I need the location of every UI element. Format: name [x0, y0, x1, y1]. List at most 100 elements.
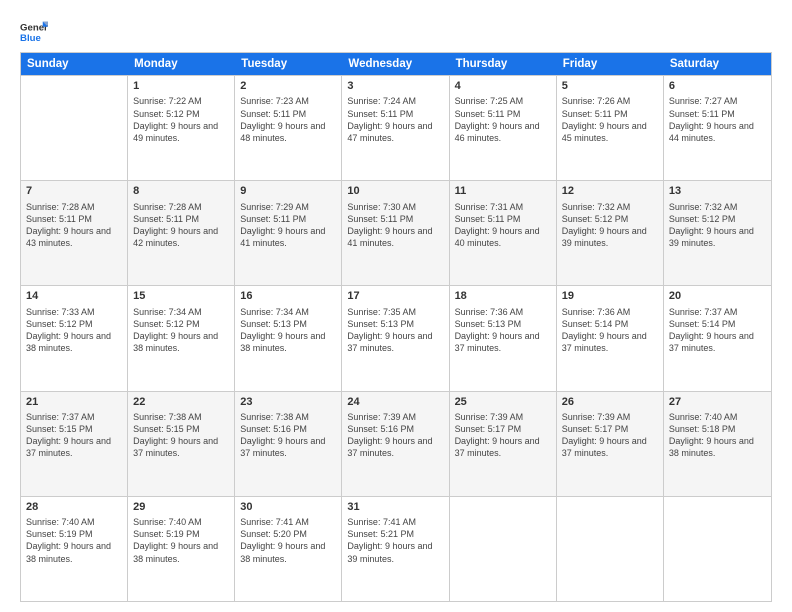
cell-info: Sunrise: 7:31 AM Sunset: 5:11 PM Dayligh…: [455, 201, 551, 250]
day-number: 25: [455, 395, 551, 410]
logo-icon: General Blue: [20, 18, 48, 46]
cell-info: Sunrise: 7:22 AM Sunset: 5:12 PM Dayligh…: [133, 95, 229, 144]
day-cell-5: 5Sunrise: 7:26 AM Sunset: 5:11 PM Daylig…: [557, 76, 664, 180]
day-number: 27: [669, 395, 766, 410]
cell-info: Sunrise: 7:38 AM Sunset: 5:16 PM Dayligh…: [240, 411, 336, 460]
day-number: 4: [455, 79, 551, 94]
day-cell-1: 1Sunrise: 7:22 AM Sunset: 5:12 PM Daylig…: [128, 76, 235, 180]
cell-info: Sunrise: 7:40 AM Sunset: 5:19 PM Dayligh…: [26, 516, 122, 565]
day-number: 23: [240, 395, 336, 410]
day-number: 30: [240, 500, 336, 515]
cell-info: Sunrise: 7:24 AM Sunset: 5:11 PM Dayligh…: [347, 95, 443, 144]
day-number: 5: [562, 79, 658, 94]
day-cell-12: 12Sunrise: 7:32 AM Sunset: 5:12 PM Dayli…: [557, 181, 664, 285]
day-number: 12: [562, 184, 658, 199]
day-cell-30: 30Sunrise: 7:41 AM Sunset: 5:20 PM Dayli…: [235, 497, 342, 601]
cell-info: Sunrise: 7:39 AM Sunset: 5:17 PM Dayligh…: [455, 411, 551, 460]
day-cell-18: 18 Sunrise: 7:36 AM Sunset: 5:13 PM Dayli…: [450, 286, 557, 390]
day-number: 17: [347, 289, 443, 304]
day-cell-11: 11Sunrise: 7:31 AM Sunset: 5:11 PM Dayli…: [450, 181, 557, 285]
svg-text:Blue: Blue: [20, 33, 41, 44]
day-cell-27: 27Sunrise: 7:40 AM Sunset: 5:18 PM Dayli…: [664, 392, 771, 496]
day-cell-10: 10Sunrise: 7:30 AM Sunset: 5:11 PM Dayli…: [342, 181, 449, 285]
day-number: 3: [347, 79, 443, 94]
header: General Blue: [20, 18, 772, 46]
day-cell-28: 28Sunrise: 7:40 AM Sunset: 5:19 PM Dayli…: [21, 497, 128, 601]
cell-info: Sunrise: 7:38 AM Sunset: 5:15 PM Dayligh…: [133, 411, 229, 460]
calendar-row-1: 1Sunrise: 7:22 AM Sunset: 5:12 PM Daylig…: [21, 75, 771, 180]
day-number: 10: [347, 184, 443, 199]
day-cell-19: 19Sunrise: 7:36 AM Sunset: 5:14 PM Dayli…: [557, 286, 664, 390]
cell-info: Sunrise: 7:35 AM Sunset: 5:13 PM Dayligh…: [347, 306, 443, 355]
cell-info: Sunrise: 7:23 AM Sunset: 5:11 PM Dayligh…: [240, 95, 336, 144]
calendar-row-3: 14Sunrise: 7:33 AM Sunset: 5:12 PM Dayli…: [21, 285, 771, 390]
day-cell-24: 24Sunrise: 7:39 AM Sunset: 5:16 PM Dayli…: [342, 392, 449, 496]
cell-info: Sunrise: 7:41 AM Sunset: 5:21 PM Dayligh…: [347, 516, 443, 565]
day-cell-22: 22Sunrise: 7:38 AM Sunset: 5:15 PM Dayli…: [128, 392, 235, 496]
empty-cell: [21, 76, 128, 180]
calendar-row-4: 21Sunrise: 7:37 AM Sunset: 5:15 PM Dayli…: [21, 391, 771, 496]
day-cell-16: 16 Sunrise: 7:34 AM Sunset: 5:13 PM Dayli…: [235, 286, 342, 390]
day-number: 2: [240, 79, 336, 94]
cell-info: Sunrise: 7:27 AM Sunset: 5:11 PM Dayligh…: [669, 95, 766, 144]
header-day-monday: Monday: [128, 53, 235, 75]
calendar: SundayMondayTuesdayWednesdayThursdayFrid…: [20, 52, 772, 602]
day-cell-26: 26Sunrise: 7:39 AM Sunset: 5:17 PM Dayli…: [557, 392, 664, 496]
day-cell-2: 2Sunrise: 7:23 AM Sunset: 5:11 PM Daylig…: [235, 76, 342, 180]
day-cell-21: 21Sunrise: 7:37 AM Sunset: 5:15 PM Dayli…: [21, 392, 128, 496]
day-number: 15: [133, 289, 229, 304]
header-day-wednesday: Wednesday: [342, 53, 449, 75]
logo: General Blue: [20, 18, 48, 46]
empty-cell: [557, 497, 664, 601]
cell-info: Sunrise: 7:29 AM Sunset: 5:11 PM Dayligh…: [240, 201, 336, 250]
calendar-header: SundayMondayTuesdayWednesdayThursdayFrid…: [21, 53, 771, 75]
day-cell-23: 23Sunrise: 7:38 AM Sunset: 5:16 PM Dayli…: [235, 392, 342, 496]
cell-info: Sunrise: 7:34 AM Sunset: 5:13 PM Dayligh…: [240, 306, 336, 355]
day-cell-7: 7 Sunrise: 7:28 AM Sunset: 5:11 PM Daylig…: [21, 181, 128, 285]
cell-info: Sunrise: 7:40 AM Sunset: 5:18 PM Dayligh…: [669, 411, 766, 460]
cell-info: Sunrise: 7:40 AM Sunset: 5:19 PM Dayligh…: [133, 516, 229, 565]
day-cell-14: 14Sunrise: 7:33 AM Sunset: 5:12 PM Dayli…: [21, 286, 128, 390]
cell-info: Sunrise: 7:34 AM Sunset: 5:12 PM Dayligh…: [133, 306, 229, 355]
cell-info: Sunrise: 7:25 AM Sunset: 5:11 PM Dayligh…: [455, 95, 551, 144]
day-number: 16: [240, 289, 336, 304]
day-cell-4: 4Sunrise: 7:25 AM Sunset: 5:11 PM Daylig…: [450, 76, 557, 180]
calendar-row-2: 7 Sunrise: 7:28 AM Sunset: 5:11 PM Daylig…: [21, 180, 771, 285]
day-cell-6: 6Sunrise: 7:27 AM Sunset: 5:11 PM Daylig…: [664, 76, 771, 180]
day-number: 19: [562, 289, 658, 304]
day-cell-13: 13 Sunrise: 7:32 AM Sunset: 5:12 PM Dayli…: [664, 181, 771, 285]
cell-info: Sunrise: 7:41 AM Sunset: 5:20 PM Dayligh…: [240, 516, 336, 565]
day-cell-9: 9 Sunrise: 7:29 AM Sunset: 5:11 PM Daylig…: [235, 181, 342, 285]
day-number: 7: [26, 184, 122, 199]
cell-info: Sunrise: 7:26 AM Sunset: 5:11 PM Dayligh…: [562, 95, 658, 144]
day-number: 29: [133, 500, 229, 515]
empty-cell: [450, 497, 557, 601]
header-day-sunday: Sunday: [21, 53, 128, 75]
page: General Blue SundayMondayTuesdayWednesda…: [0, 0, 792, 612]
day-number: 13: [669, 184, 766, 199]
day-number: 24: [347, 395, 443, 410]
cell-info: Sunrise: 7:37 AM Sunset: 5:15 PM Dayligh…: [26, 411, 122, 460]
day-number: 1: [133, 79, 229, 94]
day-number: 21: [26, 395, 122, 410]
calendar-body: 1Sunrise: 7:22 AM Sunset: 5:12 PM Daylig…: [21, 75, 771, 601]
day-number: 18: [455, 289, 551, 304]
day-number: 9: [240, 184, 336, 199]
header-day-saturday: Saturday: [664, 53, 771, 75]
header-day-tuesday: Tuesday: [235, 53, 342, 75]
empty-cell: [664, 497, 771, 601]
cell-info: Sunrise: 7:28 AM Sunset: 5:11 PM Dayligh…: [26, 201, 122, 250]
header-day-friday: Friday: [557, 53, 664, 75]
day-number: 31: [347, 500, 443, 515]
day-cell-31: 31Sunrise: 7:41 AM Sunset: 5:21 PM Dayli…: [342, 497, 449, 601]
calendar-row-5: 28Sunrise: 7:40 AM Sunset: 5:19 PM Dayli…: [21, 496, 771, 601]
day-number: 14: [26, 289, 122, 304]
day-cell-15: 15 Sunrise: 7:34 AM Sunset: 5:12 PM Dayli…: [128, 286, 235, 390]
day-number: 8: [133, 184, 229, 199]
cell-info: Sunrise: 7:32 AM Sunset: 5:12 PM Dayligh…: [669, 201, 766, 250]
cell-info: Sunrise: 7:36 AM Sunset: 5:13 PM Dayligh…: [455, 306, 551, 355]
header-day-thursday: Thursday: [450, 53, 557, 75]
day-number: 26: [562, 395, 658, 410]
day-number: 22: [133, 395, 229, 410]
day-number: 28: [26, 500, 122, 515]
